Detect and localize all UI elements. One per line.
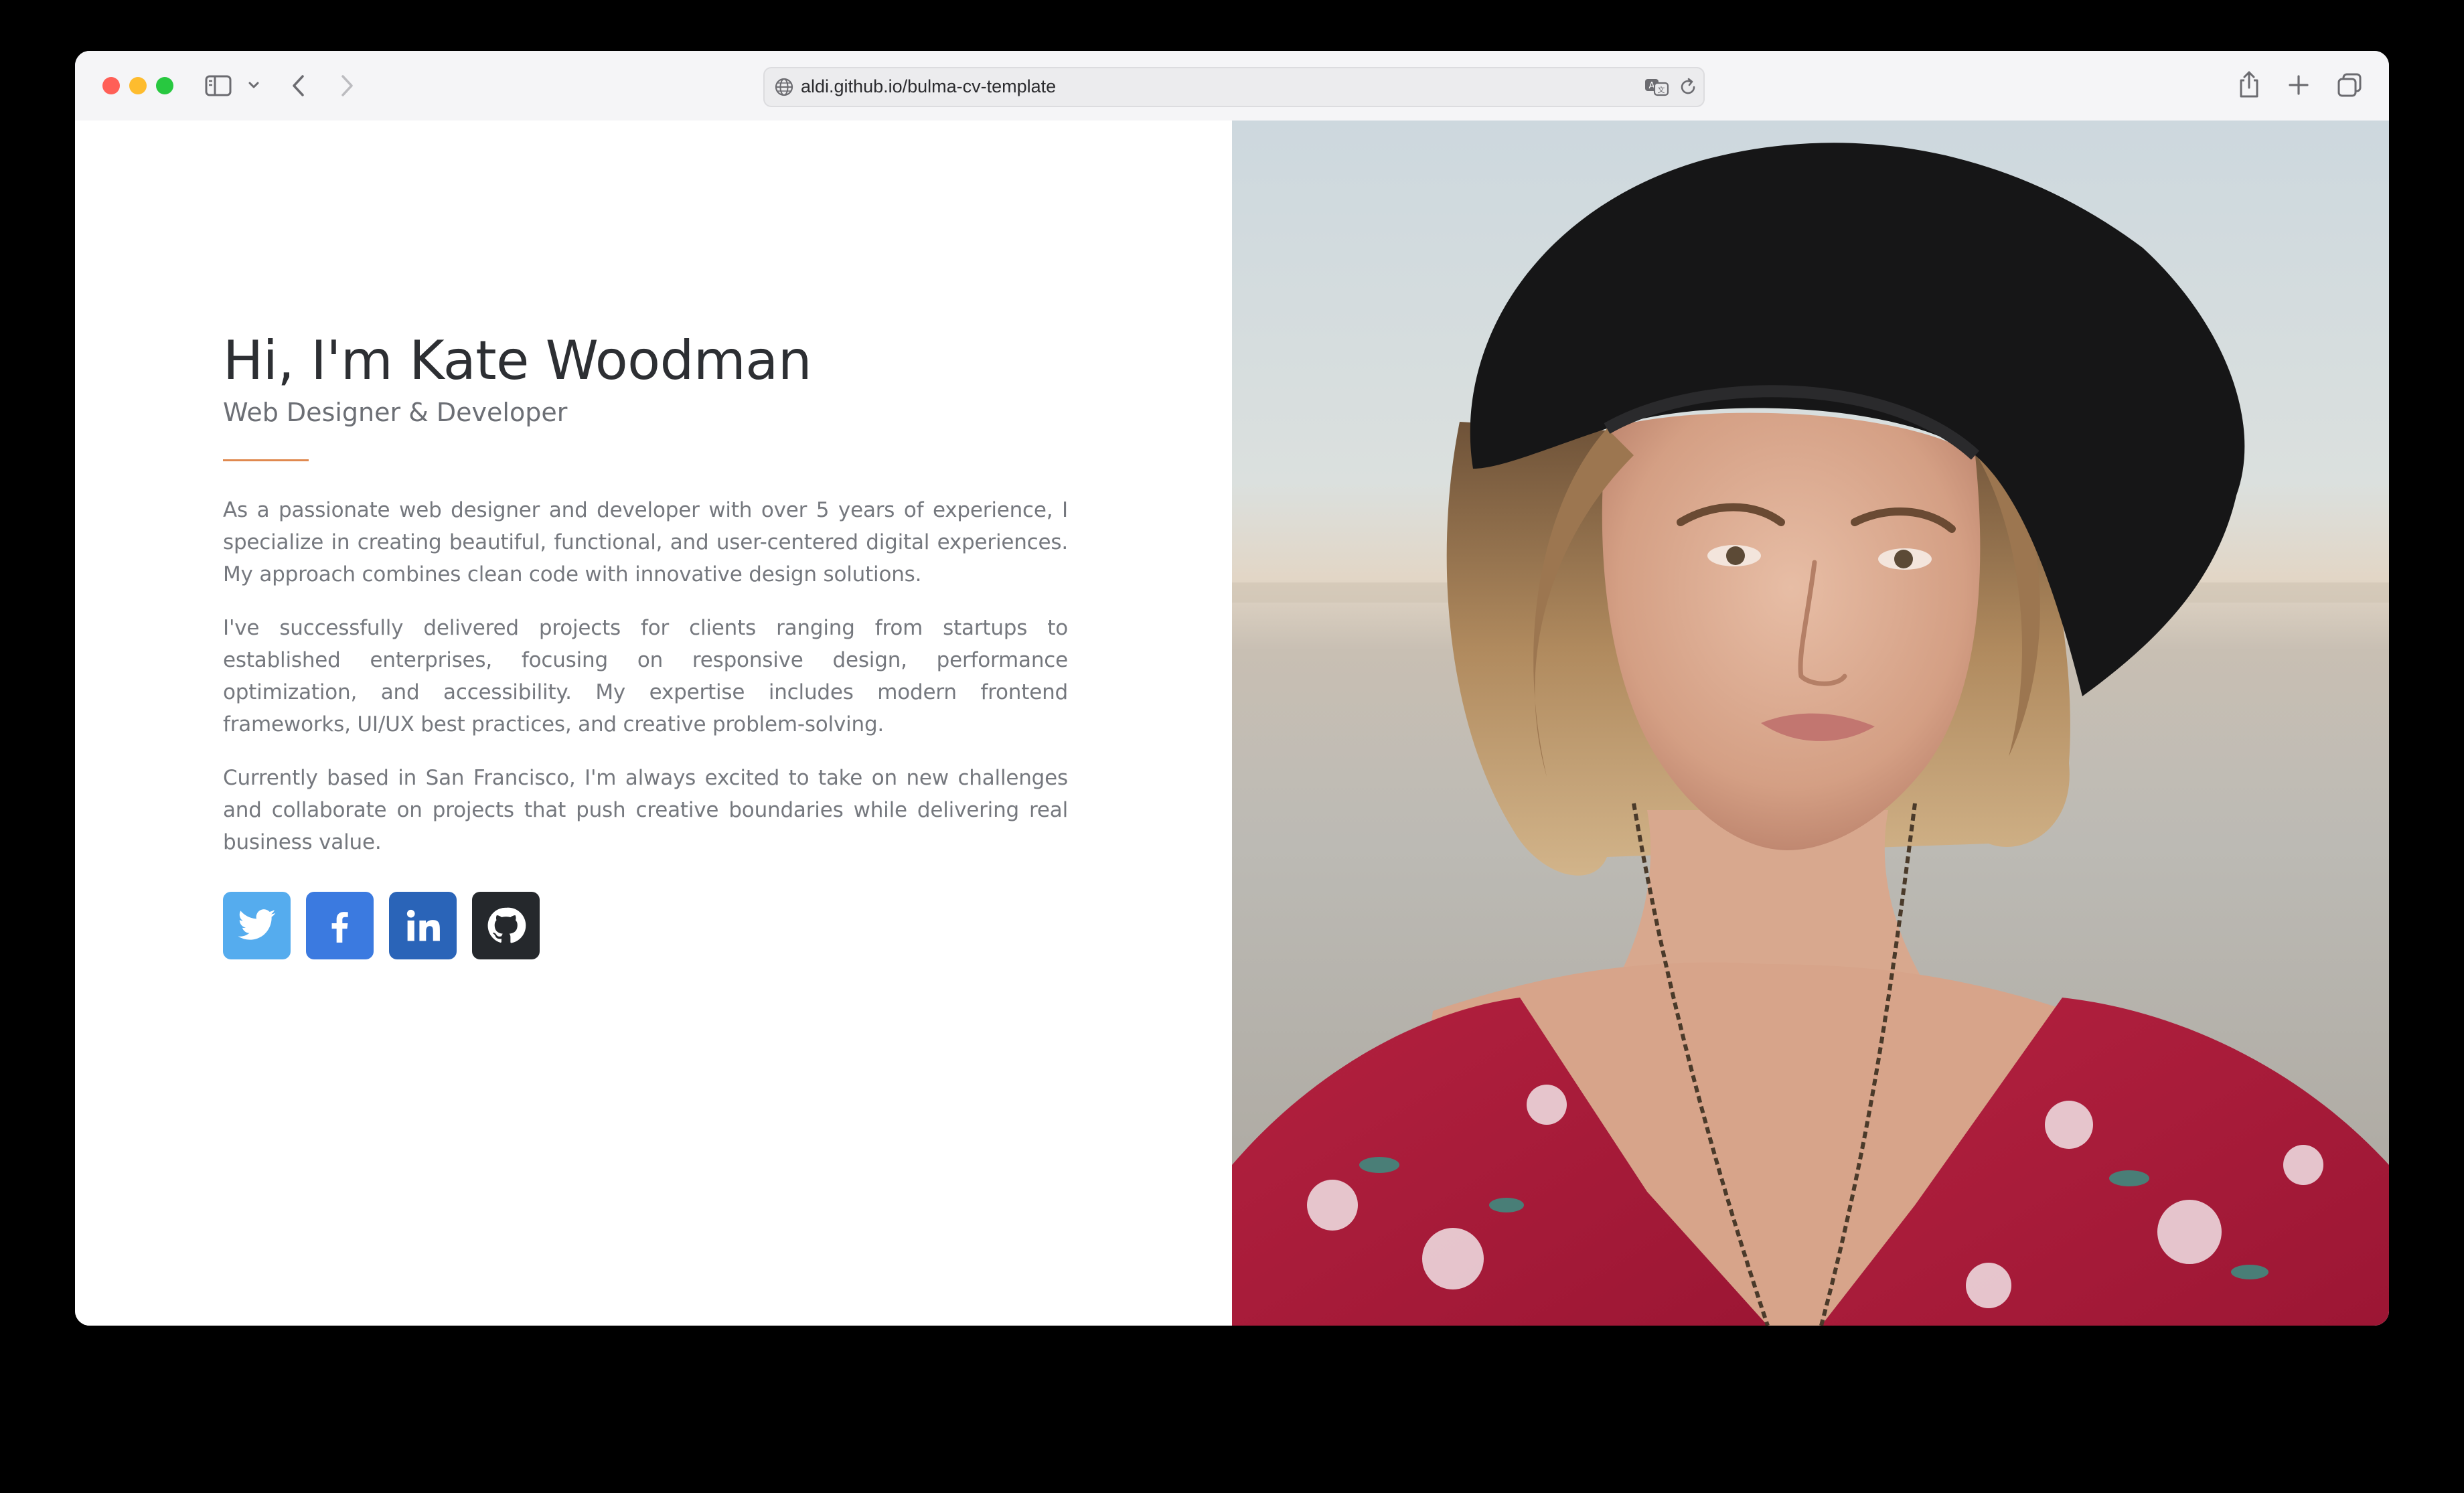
zoom-window-button[interactable] — [156, 77, 173, 94]
profile-photo — [1232, 121, 2389, 1326]
facebook-button[interactable] — [306, 892, 374, 959]
page-subtitle: Web Designer & Developer — [223, 398, 568, 427]
reload-icon[interactable] — [1678, 77, 1698, 97]
linkedin-button[interactable] — [389, 892, 457, 959]
title-divider — [223, 459, 309, 461]
share-icon[interactable] — [2238, 70, 2260, 99]
sidebar-toggle-icon[interactable] — [205, 75, 232, 96]
tab-overview-icon[interactable] — [2337, 72, 2362, 98]
bio-paragraph: I've successfully delivered projects for… — [223, 616, 1068, 736]
chevron-down-icon[interactable] — [248, 80, 260, 90]
translate-icon[interactable]: A 文 — [1644, 76, 1671, 98]
facebook-icon — [331, 912, 348, 943]
twitter-button[interactable] — [223, 892, 291, 959]
page-title: Hi, I'm Kate Woodman — [223, 329, 812, 392]
browser-toolbar: aldi.github.io/bulma-cv-template A 文 — [75, 51, 2389, 122]
svg-text:文: 文 — [1658, 85, 1665, 94]
minimize-window-button[interactable] — [129, 77, 147, 94]
new-tab-icon[interactable] — [2287, 74, 2310, 96]
address-url[interactable]: aldi.github.io/bulma-cv-template — [801, 76, 1056, 97]
forward-icon[interactable] — [339, 74, 355, 98]
close-window-button[interactable] — [102, 77, 120, 94]
github-icon — [487, 907, 526, 943]
address-bar[interactable]: aldi.github.io/bulma-cv-template A 文 — [763, 67, 1705, 107]
intro-section: Hi, I'm Kate Woodman Web Designer & Deve… — [75, 121, 1232, 1326]
bio-paragraph: As a passionate web designer and develop… — [223, 498, 1068, 586]
browser-window: aldi.github.io/bulma-cv-template A 文 Hi,… — [75, 51, 2389, 1326]
bio-paragraph: Currently based in San Francisco, I'm al… — [223, 766, 1068, 854]
linkedin-icon — [406, 909, 440, 941]
github-button[interactable] — [472, 892, 540, 959]
twitter-icon — [238, 909, 276, 940]
back-icon[interactable] — [291, 74, 307, 98]
globe-icon — [775, 78, 793, 96]
